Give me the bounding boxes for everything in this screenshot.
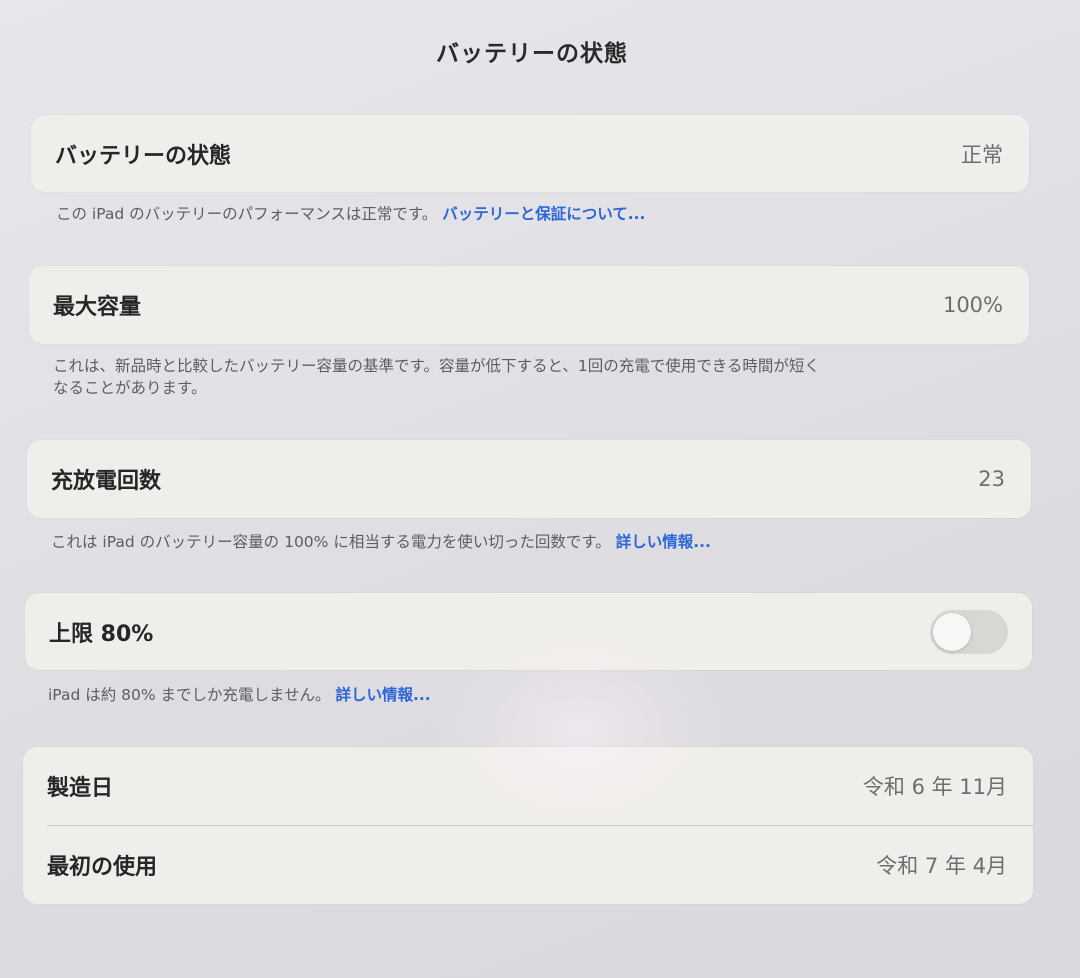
limit-80-note-text: iPad は約 80% までしか充電しません。 xyxy=(48,686,331,704)
toggle-knob xyxy=(933,612,971,651)
limit-80-more-info-link[interactable]: 詳しい情報... xyxy=(336,686,431,704)
page-title: バッテリーの状態 xyxy=(436,41,628,67)
max-capacity-note-line1: これは、新品時と比較したバッテリー容量の基準です。容量が低下すると、1回の充電で… xyxy=(53,357,820,375)
max-capacity-value: 100% xyxy=(942,293,1003,317)
battery-warranty-link[interactable]: バッテリーと保証について... xyxy=(442,205,645,223)
battery-health-value: 正常 xyxy=(961,142,1003,167)
first-use-label: 最初の使用 xyxy=(47,855,158,880)
first-use-value: 令和 7 年 4月 xyxy=(876,854,1007,878)
first-use-row: 最初の使用 令和 7 年 4月 xyxy=(23,826,1033,904)
limit-80-card: 上限 80% xyxy=(25,593,1032,670)
max-capacity-note-line2: なることがあります。 xyxy=(53,379,207,397)
manufacture-date-label: 製造日 xyxy=(47,776,114,801)
max-capacity-card: 最大容量 100% xyxy=(29,266,1029,344)
dates-card: 製造日 令和 6 年 11月 最初の使用 令和 7 年 4月 xyxy=(23,747,1033,904)
manufacture-date-value: 令和 6 年 11月 xyxy=(862,775,1007,799)
battery-health-note: この iPad のバッテリーのパフォーマンスは正常です。 バッテリーと保証につい… xyxy=(56,203,645,225)
cycle-count-note: これは iPad のバッテリー容量の 100% に相当する電力を使い切った回数で… xyxy=(51,531,711,553)
battery-health-label: バッテリーの状態 xyxy=(55,143,232,169)
limit-80-toggle[interactable] xyxy=(930,609,1008,654)
max-capacity-label: 最大容量 xyxy=(53,295,142,320)
cycle-count-value: 23 xyxy=(978,467,1005,491)
max-capacity-note: これは、新品時と比較したバッテリー容量の基準です。容量が低下すると、1回の充電で… xyxy=(53,355,820,399)
battery-health-card: バッテリーの状態 正常 xyxy=(31,115,1029,192)
cycle-count-more-info-link[interactable]: 詳しい情報... xyxy=(616,533,711,551)
cycle-count-note-text: これは iPad のバッテリー容量の 100% に相当する電力を使い切った回数で… xyxy=(51,533,611,551)
battery-health-note-text: この iPad のバッテリーのパフォーマンスは正常です。 xyxy=(56,205,438,223)
limit-80-note: iPad は約 80% までしか充電しません。 詳しい情報... xyxy=(48,684,431,706)
limit-80-label: 上限 80% xyxy=(49,621,154,647)
manufacture-date-row: 製造日 令和 6 年 11月 xyxy=(23,747,1033,825)
cycle-count-card: 充放電回数 23 xyxy=(27,440,1031,518)
cycle-count-label: 充放電回数 xyxy=(51,469,162,494)
